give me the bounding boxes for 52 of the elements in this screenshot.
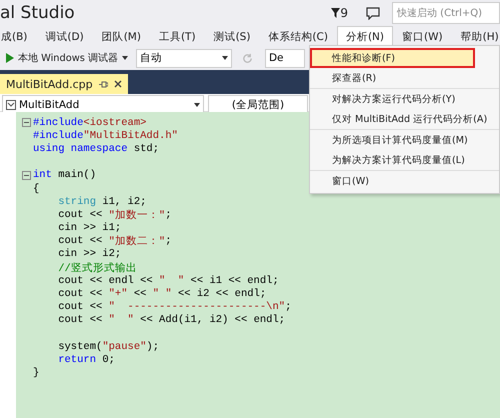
code-line: cout << " " << Add(i1, i2) << endl; — [57, 314, 286, 327]
caret-icon — [222, 56, 228, 60]
code-line: using namespace std; — [33, 142, 160, 156]
notification-count: 9 — [340, 6, 348, 20]
menu-item[interactable]: 调试(D) — [36, 26, 93, 46]
code-line: string i1, i2; — [57, 195, 146, 208]
code-line: { — [33, 182, 40, 196]
platform-dropdown[interactable]: De — [264, 48, 305, 68]
menu-item[interactable]: 成(B) — [0, 26, 36, 46]
code-line: #include<iostream> — [33, 116, 146, 130]
caret-icon — [194, 102, 200, 106]
class-icon — [6, 100, 16, 110]
menu-item[interactable]: 工具(T) — [150, 26, 205, 46]
code-line: cout << "加数一："; — [57, 208, 172, 222]
play-icon — [6, 53, 14, 63]
menu-option[interactable]: 窗口(W) — [310, 171, 499, 191]
menu-item[interactable]: 帮助(H) — [452, 26, 500, 46]
menu-option[interactable]: 性能和诊断(F) — [310, 48, 475, 68]
menu-item[interactable]: 分析(N) — [336, 26, 394, 46]
code-line: cout << endl << " " << i1 << endl; — [57, 274, 279, 288]
menu-item[interactable]: 体系结构(C) — [259, 26, 337, 46]
code-line: cout << " ----------------------\n"; — [57, 300, 292, 314]
code-line: cin >> i2; — [57, 248, 122, 262]
menu-option[interactable]: 为所选项目计算代码度量值(M) — [310, 130, 499, 150]
quick-launch-field[interactable]: 快速启动 (Ctrl+Q) — [392, 2, 500, 24]
configuration-dropdown[interactable]: 自动 — [136, 48, 232, 68]
comment-icon[interactable] — [366, 6, 380, 20]
start-debug-button[interactable]: 本地 Windows 调试器 — [2, 52, 132, 64]
collapse-icon[interactable] — [22, 118, 31, 128]
code-line: cout << "加数二："; — [57, 234, 172, 248]
menu-item[interactable]: 测试(S) — [204, 26, 260, 46]
menu-option[interactable]: 对解决方案运行代码分析(Y) — [310, 89, 499, 109]
document-tab[interactable]: MultiBitAdd.cpp — [0, 74, 128, 94]
code-line: return 0; — [57, 353, 115, 367]
menu-option[interactable]: 为解决方案计算代码度量值(L) — [310, 150, 499, 170]
menu-item[interactable]: 团队(M) — [92, 26, 150, 46]
menu-option[interactable]: 探查器(R) — [310, 68, 499, 88]
code-line: #include"MultiBitAdd.h" — [33, 129, 178, 142]
code-line: //竖式形式输出 — [57, 261, 137, 274]
window-title: al Studio — [0, 3, 76, 23]
code-line: system("pause"); — [57, 340, 160, 354]
menu-item[interactable]: 窗口(W) — [393, 26, 452, 46]
code-line: int main() — [33, 168, 96, 182]
code-line: cout << "+" << " " << i2 << endl; — [57, 287, 266, 301]
caret-icon — [122, 56, 128, 60]
pin-icon — [98, 80, 108, 88]
code-line: cin >> i1; — [57, 222, 122, 235]
code-line: } — [33, 366, 40, 380]
close-icon — [114, 80, 122, 88]
menu-option[interactable]: 仅对 MultiBitAdd 运行代码分析(A) — [310, 109, 499, 129]
collapse-icon[interactable] — [22, 170, 31, 180]
filter-icon[interactable] — [331, 8, 340, 18]
